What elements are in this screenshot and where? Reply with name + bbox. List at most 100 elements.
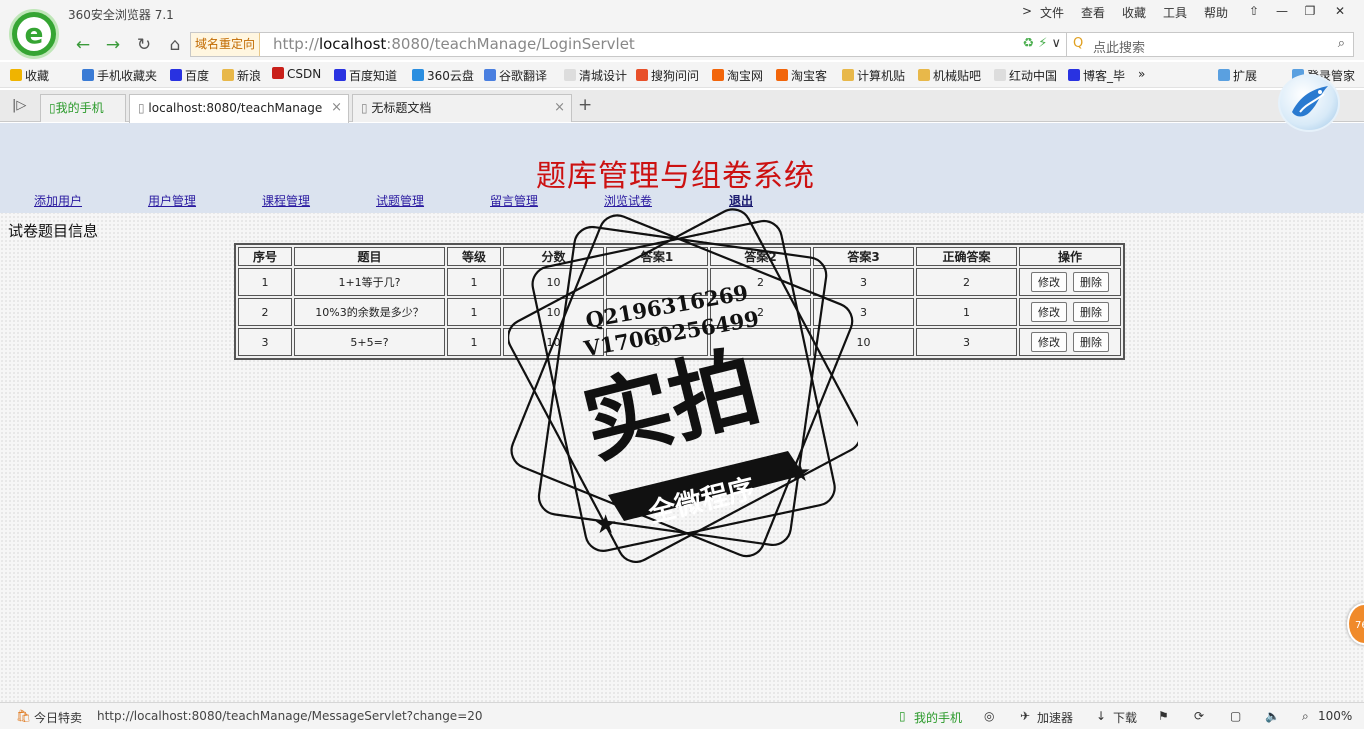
accelerator-label[interactable]: 加速器	[1037, 709, 1073, 726]
bookmark-label: 博客_毕	[1083, 69, 1126, 83]
bookmark-4[interactable]: CSDN	[272, 67, 321, 81]
nav-logout[interactable]: 退出	[729, 192, 753, 209]
menu-help[interactable]: 帮助	[1204, 4, 1228, 21]
header-answer3: 答案3	[813, 247, 914, 266]
bookmark-favicon-icon	[334, 69, 346, 81]
redirect-badge[interactable]: 域名重定向	[191, 33, 261, 56]
edit-button[interactable]: 修改	[1031, 302, 1067, 322]
download-icon[interactable]: ↓	[1096, 709, 1106, 723]
bookmark-16[interactable]: »	[1138, 67, 1145, 81]
download-label[interactable]: 下载	[1113, 709, 1137, 726]
compat-mode-icon[interactable]: ♻ ⚡ ∨	[1022, 36, 1061, 51]
nav-add-user[interactable]: 添加用户	[34, 192, 82, 209]
bookmark-7[interactable]: 谷歌翻译	[484, 67, 547, 84]
bookmark-label: 计算机贴	[857, 69, 906, 83]
back-arrow-icon[interactable]: ←	[70, 33, 96, 57]
minimize-button[interactable]: —	[1268, 0, 1296, 22]
bookmark-6[interactable]: 360云盘	[412, 67, 474, 84]
bookmark-label: 红动中国	[1009, 69, 1058, 83]
edit-button[interactable]: 修改	[1031, 272, 1067, 292]
nav-user-management[interactable]: 用户管理	[148, 192, 196, 209]
window-icon[interactable]: ▢	[1230, 709, 1241, 723]
delete-button[interactable]: 删除	[1073, 302, 1109, 322]
url-text[interactable]: http://localhost:8080/teachManage/LoginS…	[273, 35, 635, 53]
browser-logo-icon: e	[9, 9, 59, 59]
bookmark-8[interactable]: 清城设计	[564, 67, 627, 84]
menu-file[interactable]: 文件	[1040, 4, 1064, 21]
new-tab-icon[interactable]: +	[578, 95, 592, 115]
bookmark-9[interactable]: 搜狗问问	[636, 67, 699, 84]
gift-icon[interactable]: 🛍	[16, 709, 31, 723]
flag-icon[interactable]: ⚑	[1158, 709, 1169, 723]
bookmark-label: 收藏	[25, 69, 50, 83]
refresh-circle-icon[interactable]: ⟳	[1194, 709, 1204, 723]
close-tab-icon[interactable]: ×	[554, 95, 565, 121]
bookmark-0[interactable]: 收藏	[10, 67, 49, 84]
address-bar[interactable]: 域名重定向 http://localhost:8080/teachManage/…	[190, 32, 1068, 57]
close-window-button[interactable]: ✕	[1326, 0, 1354, 22]
bookmark-label: 搜狗问问	[651, 69, 700, 83]
nav-question-management[interactable]: 试题管理	[376, 192, 424, 209]
cell-question: 10%3的余数是多少？	[294, 298, 445, 326]
nav-browse-papers[interactable]: 浏览试卷	[604, 192, 652, 209]
menu-more-arrow[interactable]: >	[1022, 4, 1032, 18]
bookmark-3[interactable]: 新浪	[222, 67, 261, 84]
bookmark-2[interactable]: 百度	[170, 67, 209, 84]
rocket-icon[interactable]: ✈	[1020, 709, 1030, 723]
nav-course-management[interactable]: 课程管理	[262, 192, 310, 209]
my-phone-link[interactable]: 我的手机	[914, 709, 962, 726]
refresh-icon[interactable]: ↻	[131, 33, 157, 57]
maximize-button[interactable]: ❐	[1296, 0, 1324, 22]
home-icon[interactable]: ⌂	[162, 33, 188, 57]
forward-arrow-icon[interactable]: →	[100, 33, 126, 57]
delete-button[interactable]: 删除	[1073, 332, 1109, 352]
tab-untitled[interactable]: ▯ 无标题文档 ×	[352, 94, 572, 122]
search-engine-icon[interactable]: Q	[1073, 36, 1083, 51]
header-answer2: 答案2	[710, 247, 811, 266]
sidebar-toggle-icon[interactable]: |▷	[12, 98, 26, 113]
zoom-icon[interactable]: ⌕	[1302, 709, 1309, 724]
bookmark-15[interactable]: 博客_毕	[1068, 67, 1125, 84]
cell-index: 1	[238, 268, 292, 296]
bookmark-label: 360云盘	[427, 69, 474, 83]
close-tab-icon[interactable]: ×	[331, 95, 342, 121]
delete-button[interactable]: 删除	[1073, 272, 1109, 292]
bookmark-5[interactable]: 百度知道	[334, 67, 397, 84]
nav-message-management[interactable]: 留言管理	[490, 192, 538, 209]
phone-icon[interactable]: ▯	[899, 709, 906, 723]
bookmark-1[interactable]: 手机收藏夹	[82, 67, 157, 84]
bookmark-label: 新浪	[237, 69, 262, 83]
cell-answer1: 5	[606, 328, 708, 356]
bookmark-11[interactable]: 淘宝客	[776, 67, 827, 84]
search-box[interactable]: Q 点此搜索 ⌕	[1066, 32, 1354, 57]
bookmark-13[interactable]: 机械贴吧	[918, 67, 981, 84]
table-row: 3 5+5=? 1 10 5 10 3 修改 删除	[238, 328, 1121, 356]
tab-localhost[interactable]: ▯ localhost:8080/teachManage ×	[129, 94, 349, 123]
ie-icon[interactable]: ◎	[984, 709, 994, 723]
skin-icon[interactable]: ⇧	[1240, 0, 1268, 22]
bookmark-label: 淘宝客	[791, 69, 828, 83]
table-header-row: 序号 题目 等级 分数 答案1 答案2 答案3 正确答案 操作	[238, 247, 1121, 266]
menu-tools[interactable]: 工具	[1163, 4, 1187, 21]
cell-answer3: 3	[813, 268, 914, 296]
menu-favorites[interactable]: 收藏	[1122, 4, 1146, 21]
bookmark-favicon-icon	[484, 69, 496, 81]
side-float-badge[interactable]: 76	[1347, 603, 1364, 645]
zoom-level[interactable]: 100%	[1318, 709, 1352, 723]
cell-index: 3	[238, 328, 292, 356]
today-deals-link[interactable]: 今日特卖	[34, 709, 82, 726]
login-manager-bird-icon[interactable]	[1278, 74, 1340, 132]
bookmark-14[interactable]: 红动中国	[994, 67, 1057, 84]
cell-answer2: 2	[710, 298, 811, 326]
bookmark-12[interactable]: 计算机贴	[842, 67, 905, 84]
tab-my-phone[interactable]: ▯我的手机	[40, 94, 126, 122]
bookmark-17[interactable]: 扩展	[1218, 67, 1257, 84]
menu-view[interactable]: 查看	[1081, 4, 1105, 21]
bookmark-favicon-icon	[222, 69, 234, 81]
search-icon[interactable]: ⌕	[1338, 36, 1345, 51]
search-placeholder: 点此搜索	[1093, 41, 1146, 56]
bookmark-10[interactable]: 淘宝网	[712, 67, 763, 84]
volume-icon[interactable]: 🔈	[1265, 709, 1280, 723]
bookmark-label: 手机收藏夹	[97, 69, 158, 83]
edit-button[interactable]: 修改	[1031, 332, 1067, 352]
